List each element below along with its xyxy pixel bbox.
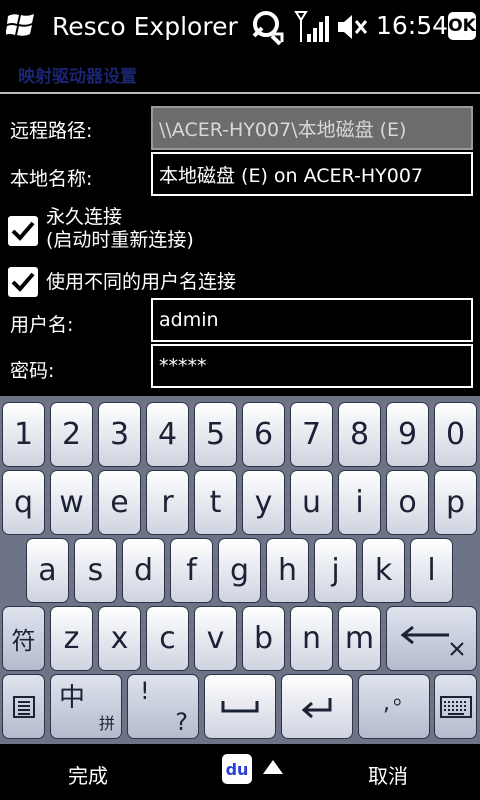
period-key-bottom: ,: [383, 691, 390, 716]
cancel-softkey[interactable]: 取消: [368, 760, 408, 789]
local-name-field[interactable]: 本地磁盘 (E) on ACER-HY007: [151, 152, 473, 196]
key-m[interactable]: m: [338, 606, 381, 671]
key-q[interactable]: q: [2, 470, 45, 535]
enter-key[interactable]: [281, 674, 353, 739]
local-name-label: 本地名称:: [10, 168, 93, 190]
key-v[interactable]: v: [194, 606, 237, 671]
key-u[interactable]: u: [290, 470, 333, 535]
key-y[interactable]: y: [242, 470, 285, 535]
punctuation-key[interactable]: ! ?: [127, 674, 199, 739]
backspace-key[interactable]: [386, 606, 477, 671]
remote-path-field: \\ACER-HY007\本地磁盘 (E): [151, 106, 473, 150]
key-4[interactable]: 4: [146, 402, 189, 467]
key-1[interactable]: 1: [2, 402, 45, 467]
key-t[interactable]: t: [194, 470, 237, 535]
key-j[interactable]: j: [314, 538, 357, 603]
key-n[interactable]: n: [290, 606, 333, 671]
chinese-key-main: 中: [59, 683, 86, 713]
app-title: Resco Explorer 2010: [52, 12, 240, 41]
clock: 16:54: [376, 11, 449, 40]
chinese-key-sub: 拼: [98, 714, 115, 733]
key-7[interactable]: 7: [290, 402, 333, 467]
key-l[interactable]: l: [410, 538, 453, 603]
punct-key-top: !: [140, 677, 150, 705]
menu-key[interactable]: [2, 674, 45, 739]
username-label: 用户名:: [10, 314, 74, 336]
key-e[interactable]: e: [98, 470, 141, 535]
key-9[interactable]: 9: [386, 402, 429, 467]
period-comma-key[interactable]: 。 ,: [358, 674, 430, 739]
key-5[interactable]: 5: [194, 402, 237, 467]
ok-button[interactable]: OK: [448, 12, 476, 40]
windows-start-icon[interactable]: [6, 10, 36, 40]
persistent-connection-label-line1: 永久连接: [46, 206, 123, 228]
key-d[interactable]: d: [122, 538, 165, 603]
chinese-pinyin-key[interactable]: 中 拼: [50, 674, 122, 739]
key-z[interactable]: z: [50, 606, 93, 671]
status-bar: Resco Explorer 2010 16:54 OK: [0, 0, 480, 54]
different-user-checkbox[interactable]: [8, 267, 38, 297]
key-a[interactable]: a: [26, 538, 69, 603]
different-user-label: 使用不同的用户名连接: [46, 271, 237, 293]
persistent-connection-checkbox[interactable]: [8, 216, 38, 246]
key-h[interactable]: h: [266, 538, 309, 603]
key-6[interactable]: 6: [242, 402, 285, 467]
expand-arrow-icon[interactable]: [263, 760, 283, 774]
key-x[interactable]: x: [98, 606, 141, 671]
space-icon: [221, 700, 259, 712]
sync-icon[interactable]: [250, 8, 286, 46]
key-p[interactable]: p: [434, 470, 477, 535]
key-3[interactable]: 3: [98, 402, 141, 467]
input-method-icon[interactable]: du: [222, 754, 252, 784]
key-c[interactable]: c: [146, 606, 189, 671]
dialog-title: 映射驱动器设置: [18, 67, 137, 87]
key-2[interactable]: 2: [50, 402, 93, 467]
symbol-key[interactable]: 符: [2, 606, 45, 671]
key-b[interactable]: b: [242, 606, 285, 671]
username-field[interactable]: admin: [151, 298, 473, 342]
backspace-icon: [400, 625, 464, 656]
period-key-top: 。: [393, 685, 416, 710]
title-divider: [0, 92, 480, 94]
checkmark-icon: [11, 221, 35, 241]
key-s[interactable]: s: [74, 538, 117, 603]
checkmark-icon: [11, 272, 35, 292]
keyboard-icon: [439, 695, 472, 718]
key-0[interactable]: 0: [434, 402, 477, 467]
key-f[interactable]: f: [170, 538, 213, 603]
key-k[interactable]: k: [362, 538, 405, 603]
done-softkey[interactable]: 完成: [68, 760, 108, 789]
password-field[interactable]: *****: [151, 344, 473, 388]
remote-path-label: 远程路径:: [10, 120, 93, 142]
volume-muted-icon[interactable]: [336, 12, 368, 42]
password-label: 密码:: [10, 360, 55, 382]
punct-key-bottom: ?: [175, 708, 188, 736]
key-g[interactable]: g: [218, 538, 261, 603]
key-i[interactable]: i: [338, 470, 381, 535]
persistent-connection-label: 永久连接 (启动时重新连接): [46, 206, 194, 252]
key-r[interactable]: r: [146, 470, 189, 535]
enter-icon: [301, 697, 332, 718]
onscreen-keyboard: 1 2 3 4 5 6 7 8 9 0 q w e r t y u i o p …: [0, 396, 480, 744]
key-8[interactable]: 8: [338, 402, 381, 467]
signal-strength-icon[interactable]: [294, 10, 330, 44]
key-w[interactable]: w: [50, 470, 93, 535]
key-o[interactable]: o: [386, 470, 429, 535]
space-key[interactable]: [204, 674, 276, 739]
list-icon: [12, 695, 35, 718]
keyboard-toggle-key[interactable]: [434, 674, 477, 739]
persistent-connection-label-line2: (启动时重新连接): [46, 229, 194, 251]
